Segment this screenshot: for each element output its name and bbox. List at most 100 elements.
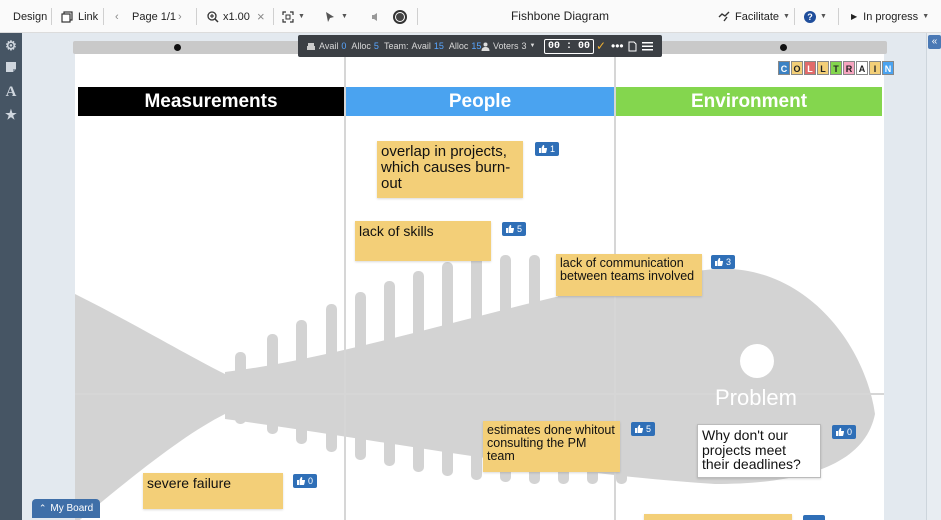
fit-screen-icon: [282, 10, 294, 23]
sticky-note[interactable]: lack of skills: [355, 221, 491, 261]
alloc-label: Alloc: [351, 41, 371, 51]
check-button[interactable]: ✓: [596, 35, 606, 57]
ellipsis-icon: •••: [611, 39, 624, 53]
facilitate-button[interactable]: Facilitate ▼: [718, 0, 790, 33]
pin-icon: [174, 44, 181, 51]
more-button[interactable]: •••: [611, 35, 624, 57]
column-header-measurements[interactable]: Measurements: [78, 87, 344, 116]
problem-statement-note[interactable]: Why don't our projects meet their deadli…: [697, 424, 821, 478]
vote-count: 3: [726, 257, 732, 267]
list-menu-icon: [642, 41, 653, 50]
chevron-right-icon: ›: [178, 10, 182, 23]
document-icon: [628, 41, 637, 51]
toolbar-divider: [794, 8, 795, 25]
star-icon[interactable]: ★: [3, 107, 19, 123]
toolbar-divider: [103, 8, 104, 25]
chevron-down-icon: ▼: [922, 13, 930, 20]
vote-badge[interactable]: 5: [631, 422, 656, 436]
vote-badge[interactable]: 5: [502, 222, 527, 236]
zoom-button[interactable]: x1.00: [207, 0, 250, 33]
top-toolbar: Design Link ‹ Page 1/1 › x1.00 × ▼ ▼ Fis…: [0, 0, 941, 33]
vote-badge-partial[interactable]: [803, 515, 825, 520]
chevron-left-icon: ‹: [115, 10, 119, 23]
next-page-button[interactable]: ›: [178, 0, 182, 33]
speaker-icon: [372, 12, 377, 21]
vote-badge[interactable]: 1: [535, 142, 560, 156]
zoom-label: x1.00: [223, 10, 250, 23]
my-board-tab[interactable]: ⌃ My Board: [32, 499, 100, 518]
board-title: Fishbone Diagram: [510, 9, 610, 23]
thumbs-up-icon: [836, 428, 844, 436]
sticky-note[interactable]: overlap in projects, which causes burn-o…: [377, 141, 523, 198]
collapse-panel-icon[interactable]: «: [928, 35, 941, 49]
sticky-note[interactable]: lack of communication between teams invo…: [556, 254, 702, 296]
column-divider: [344, 54, 346, 520]
check-icon: ✓: [596, 39, 607, 53]
team-avail-label: Avail: [411, 41, 431, 51]
link-label: Link: [78, 10, 99, 23]
pin-icon: [780, 44, 787, 51]
right-sidebar: «: [926, 33, 941, 520]
text-tool-icon[interactable]: A: [3, 84, 19, 100]
alloc-value: 5: [373, 41, 379, 51]
chevron-down-icon: ▼: [298, 13, 305, 20]
team-votes-group: Team: Avail 15 Alloc 15: [384, 35, 486, 57]
board-canvas[interactable]: Problem C O L L T R A I N Measurements P…: [22, 33, 926, 520]
status-dropdown[interactable]: ▶ In progress ▼: [851, 0, 929, 33]
avail-value: 0: [341, 41, 347, 51]
pointer-tool-button[interactable]: ▼: [325, 0, 348, 33]
team-label: Team:: [384, 41, 409, 51]
column-header-environment[interactable]: Environment: [616, 87, 882, 116]
prev-page-button[interactable]: ‹: [115, 0, 119, 33]
timer[interactable]: 00 : 00: [544, 35, 595, 57]
link-button[interactable]: Link: [61, 0, 98, 33]
fish-eye: [740, 344, 774, 378]
facilitate-label: Facilitate: [735, 10, 780, 23]
thumbs-up-icon: [715, 258, 723, 266]
voters-value: 3: [521, 41, 527, 51]
vote-badge[interactable]: 0: [832, 425, 857, 439]
vote-count: 5: [646, 424, 652, 434]
thumbs-up-icon: [297, 477, 305, 485]
fit-to-screen-button[interactable]: ▼: [282, 0, 305, 33]
team-avail-value: 15: [433, 41, 444, 51]
vote-badge[interactable]: 0: [293, 474, 318, 488]
voters-label: Voters: [493, 41, 519, 51]
help-button[interactable]: ? ▼: [804, 0, 827, 33]
avail-label: Avail: [319, 41, 339, 51]
toolbar-divider: [838, 8, 839, 25]
document-button[interactable]: [628, 35, 637, 57]
record-icon: [393, 9, 407, 24]
gear-icon[interactable]: ⚙: [3, 38, 19, 54]
page-label: Page 1/1: [132, 10, 177, 23]
vote-count: 0: [847, 427, 853, 437]
toolbar-divider: [273, 8, 274, 25]
design-label: Design: [13, 10, 48, 23]
votes-stack-icon: [307, 43, 315, 50]
voters-dropdown[interactable]: Voters 3 ▼: [481, 35, 535, 57]
zoom-reset-button[interactable]: ×: [257, 0, 265, 33]
toolbar-divider: [51, 8, 52, 25]
design-button[interactable]: Design: [13, 0, 47, 33]
colltrain-logo: C O L L T R A I N: [778, 61, 895, 75]
help-icon: ?: [804, 10, 816, 23]
my-votes-group: Avail 0 Alloc 5: [306, 35, 384, 57]
menu-button[interactable]: [642, 35, 653, 57]
sticky-note[interactable]: estimates done whitout consulting the PM…: [483, 421, 620, 472]
sound-button[interactable]: [371, 0, 381, 33]
toolbar-divider: [417, 8, 418, 25]
chevron-down-icon: ▼: [783, 13, 790, 20]
vote-count: 0: [308, 476, 314, 486]
thumbs-up-icon: [635, 425, 643, 433]
play-icon: ▶: [851, 12, 858, 21]
timer-display: 00 : 00: [544, 38, 595, 54]
page-indicator: Page 1/1: [132, 0, 176, 33]
thumbs-up-icon: [506, 225, 514, 233]
sticky-note-partial[interactable]: [644, 514, 792, 520]
voting-status-bar: Avail 0 Alloc 5 Team: Avail 15 Alloc 15 …: [298, 35, 662, 57]
vote-badge[interactable]: 3: [711, 255, 736, 269]
record-button[interactable]: [393, 0, 407, 33]
column-header-people[interactable]: People: [346, 87, 614, 116]
sticky-note[interactable]: severe failure: [143, 473, 283, 509]
sticky-note-icon[interactable]: [3, 61, 19, 77]
